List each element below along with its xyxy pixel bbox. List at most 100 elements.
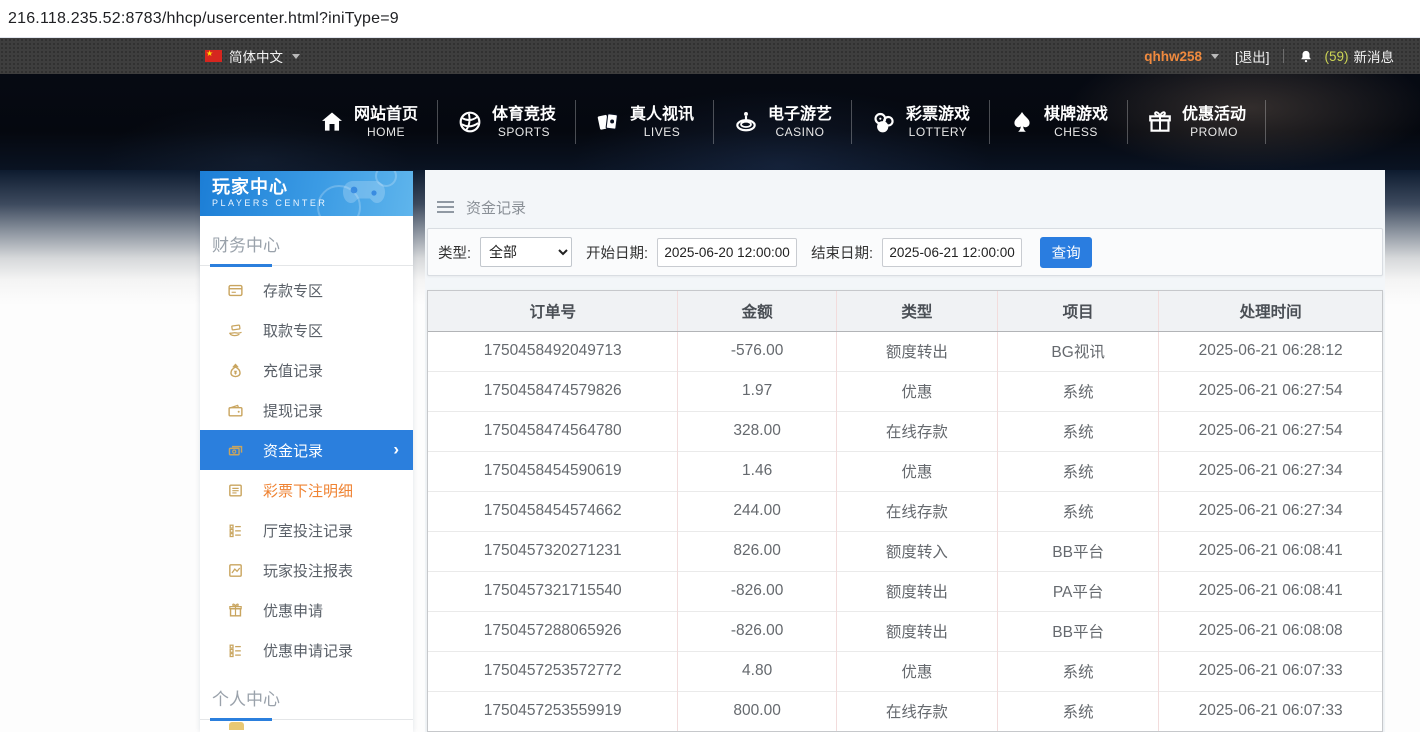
start-date-input[interactable] <box>657 238 797 267</box>
table-row: 1750458474579826 1.97 优惠 系统 2025-06-21 0… <box>428 371 1382 411</box>
sidebar-item[interactable]: 优惠申请记录 <box>200 630 413 670</box>
sidebar-item-label: 厅室投注记录 <box>263 520 353 541</box>
chevron-down-icon <box>292 54 300 59</box>
nav-item[interactable]: 真人视讯 LIVES <box>576 105 713 140</box>
sidebar-header: 玩家中心 PLAYERS CENTER <box>200 171 413 216</box>
cell-amount: 800.00 <box>678 691 836 731</box>
cell-order-number: 1750458474579826 <box>428 371 678 411</box>
breadcrumb-label: 资金记录 <box>466 197 526 218</box>
nav-label-zh: 真人视讯 <box>630 105 694 125</box>
nav-label-en: SPORTS <box>492 125 556 140</box>
sidebar-item[interactable]: 厅室投注记录 <box>200 510 413 550</box>
hamburger-icon[interactable] <box>437 206 454 208</box>
cell-project: 系统 <box>998 451 1159 491</box>
page-url[interactable]: 216.118.235.52:8783/hhcp/usercenter.html… <box>8 10 399 28</box>
table-row: 1750458454574662 244.00 在线存款 系统 2025-06-… <box>428 491 1382 531</box>
cell-type: 在线存款 <box>836 691 997 731</box>
nav-item[interactable]: 棋牌游戏 CHESS <box>990 105 1127 140</box>
cell-order-number: 1750457253559919 <box>428 691 678 731</box>
nav-label-en: LOTTERY <box>906 125 970 140</box>
sidebar-item-icon <box>227 642 244 659</box>
cell-amount: 1.97 <box>678 371 836 411</box>
nav-item[interactable]: 体育竞技 SPORTS <box>438 105 575 140</box>
sidebar-item-icon <box>227 362 244 379</box>
cell-processed-time: 2025-06-21 06:08:08 <box>1159 611 1382 651</box>
sidebar-item-label: 彩票下注明细 <box>263 480 353 501</box>
sidebar-item[interactable]: 取款专区 <box>200 310 413 350</box>
chevron-down-icon[interactable] <box>1211 54 1219 59</box>
cell-amount: 1.46 <box>678 451 836 491</box>
nav-icon <box>1009 109 1035 135</box>
end-date-input[interactable] <box>882 238 1022 267</box>
nav-icon <box>457 109 483 135</box>
type-select[interactable]: 全部 <box>480 237 572 267</box>
cell-type: 额度转入 <box>836 531 997 571</box>
sidebar-item[interactable]: 提现记录 <box>200 390 413 430</box>
nav-label-zh: 电子游艺 <box>768 105 832 125</box>
language-switcher[interactable]: ★ 简体中文 <box>205 46 300 66</box>
nav-icon <box>319 109 345 135</box>
main-navigation: 网站首页 HOME 体育竞技 SPORTS 真人视讯 LIVES <box>0 74 1420 170</box>
username-label[interactable]: qhhw258 <box>1144 49 1202 64</box>
sidebar-item-label: 取款专区 <box>263 320 323 341</box>
cell-processed-time: 2025-06-21 06:07:33 <box>1159 651 1382 691</box>
sidebar-item[interactable]: 充值记录 <box>200 350 413 390</box>
logout-link[interactable]: [退出] <box>1235 46 1270 66</box>
nav-items: 网站首页 HOME 体育竞技 SPORTS 真人视讯 LIVES <box>300 74 1266 170</box>
nav-separator <box>1265 100 1266 144</box>
table-row: 1750457253572772 4.80 优惠 系统 2025-06-21 0… <box>428 651 1382 691</box>
sidebar-item[interactable]: 资金记录 <box>200 430 413 470</box>
language-label: 简体中文 <box>229 46 283 66</box>
bell-icon[interactable] <box>1298 48 1314 65</box>
cell-project: 系统 <box>998 491 1159 531</box>
sidebar-item[interactable]: 存款专区 <box>200 270 413 310</box>
nav-label-en: LIVES <box>630 125 694 140</box>
partially-visible-item-icon <box>229 722 244 730</box>
cell-amount: 4.80 <box>678 651 836 691</box>
nav-item[interactable]: 彩票游戏 LOTTERY <box>852 105 989 140</box>
nav-item[interactable]: 优惠活动 PROMO <box>1128 105 1265 140</box>
table-header-cell: 金额 <box>678 291 836 331</box>
cell-order-number: 1750458454574662 <box>428 491 678 531</box>
table-header-cell: 项目 <box>998 291 1159 331</box>
nav-label-zh: 优惠活动 <box>1182 105 1246 125</box>
nav-label-en: CASINO <box>768 125 832 140</box>
table-header-row: 订单号金额类型项目处理时间 <box>428 291 1382 331</box>
sidebar-item-label: 提现记录 <box>263 400 323 421</box>
sidebar-item-label: 优惠申请 <box>263 600 323 621</box>
cell-type: 额度转出 <box>836 331 997 371</box>
sidebar-item-icon <box>227 602 244 619</box>
search-button[interactable]: 查询 <box>1040 237 1092 268</box>
table-header-cell: 订单号 <box>428 291 678 331</box>
cell-processed-time: 2025-06-21 06:27:34 <box>1159 451 1382 491</box>
cell-amount: 826.00 <box>678 531 836 571</box>
main-content: 资金记录 类型: 全部 开始日期: 结束日期: 查询 订单号金额类型项目处理时间… <box>425 162 1385 732</box>
nav-item[interactable]: 网站首页 HOME <box>300 105 437 140</box>
top-utility-bar: ★ 简体中文 qhhw258 [退出] (59) 新消息 <box>0 38 1420 74</box>
sidebar-item[interactable]: 玩家投注报表 <box>200 550 413 590</box>
cell-project: PA平台 <box>998 571 1159 611</box>
table-row: 1750457253559919 800.00 在线存款 系统 2025-06-… <box>428 691 1382 731</box>
nav-item[interactable]: 电子游艺 CASINO <box>714 105 851 140</box>
cell-order-number: 1750458492049713 <box>428 331 678 371</box>
cell-type: 优惠 <box>836 651 997 691</box>
nav-label-zh: 棋牌游戏 <box>1044 105 1108 125</box>
cell-type: 优惠 <box>836 371 997 411</box>
message-count-badge: (59) <box>1324 49 1348 64</box>
table-row: 1750458492049713 -576.00 额度转出 BG视讯 2025-… <box>428 331 1382 371</box>
cell-processed-time: 2025-06-21 06:08:41 <box>1159 531 1382 571</box>
sidebar-item[interactable]: 彩票下注明细 <box>200 470 413 510</box>
nav-label-en: HOME <box>354 125 418 140</box>
cell-amount: 244.00 <box>678 491 836 531</box>
browser-url-bar: 216.118.235.52:8783/hhcp/usercenter.html… <box>0 0 1420 38</box>
sidebar-item-label: 存款专区 <box>263 280 323 301</box>
cell-order-number: 1750457253572772 <box>428 651 678 691</box>
cell-processed-time: 2025-06-21 06:27:54 <box>1159 411 1382 451</box>
finance-menu: 存款专区 取款专区 充值记录 提现记录 资金记录 <box>200 266 413 670</box>
new-message-link[interactable]: 新消息 <box>1354 46 1395 66</box>
table-row: 1750458454590619 1.46 优惠 系统 2025-06-21 0… <box>428 451 1382 491</box>
type-label: 类型: <box>438 242 471 263</box>
start-date-label: 开始日期: <box>586 242 648 263</box>
sidebar-item[interactable]: 优惠申请 <box>200 590 413 630</box>
cell-type: 额度转出 <box>836 571 997 611</box>
